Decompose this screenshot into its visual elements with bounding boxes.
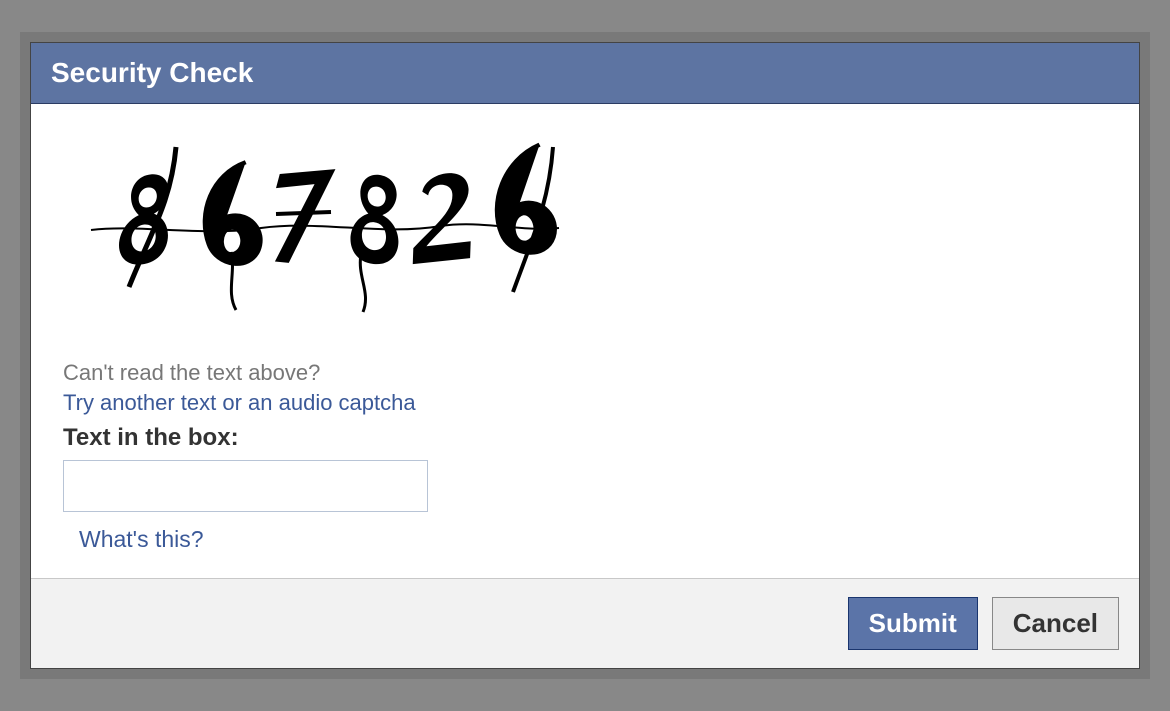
captcha-input[interactable] — [63, 460, 428, 512]
captcha-image — [81, 132, 561, 332]
captcha-input-label: Text in the box: — [63, 424, 1109, 452]
submit-button[interactable]: Submit — [848, 597, 978, 650]
cancel-button[interactable]: Cancel — [992, 597, 1119, 650]
try-another-link[interactable]: Try another text or an audio captcha — [63, 390, 416, 416]
dialog-body: Can't read the text above? Try another t… — [31, 104, 1139, 579]
security-check-dialog: Security Check — [30, 42, 1140, 669]
cant-read-label: Can't read the text above? — [63, 360, 1109, 386]
dialog-title: Security Check — [51, 57, 1119, 89]
dialog-footer: Submit Cancel — [31, 579, 1139, 668]
dialog-header: Security Check — [31, 43, 1139, 104]
whats-this-link[interactable]: What's this? — [79, 526, 204, 553]
